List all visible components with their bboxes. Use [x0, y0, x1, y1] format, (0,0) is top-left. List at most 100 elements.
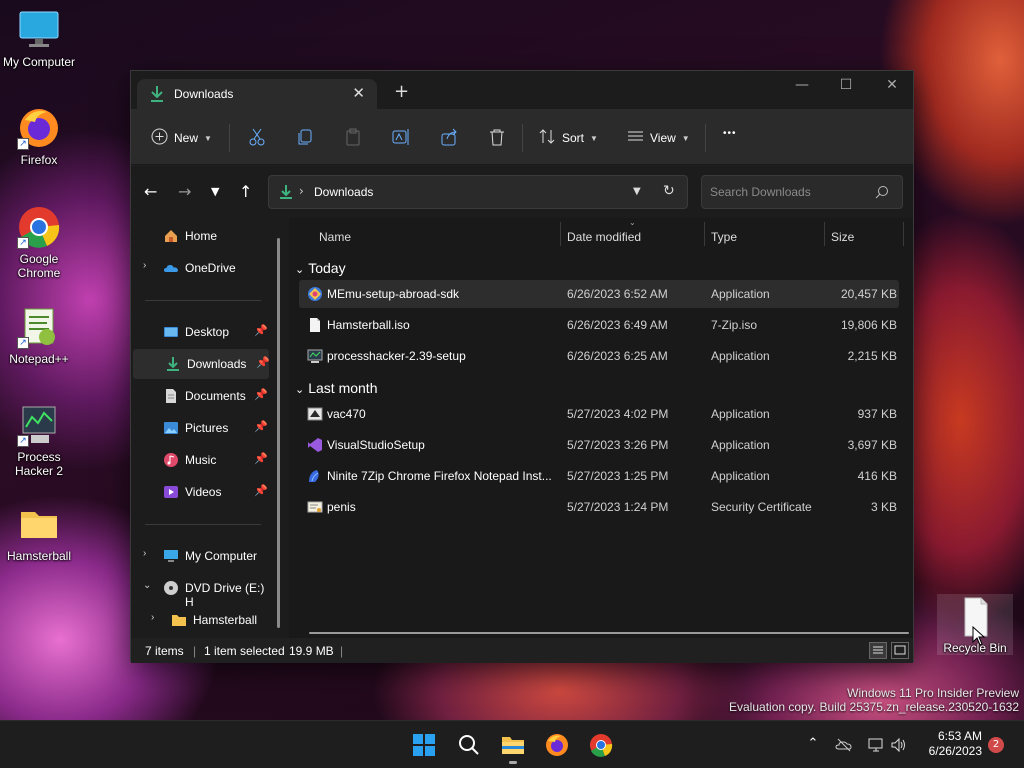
desktop-folder-icon [163, 324, 179, 340]
column-divider [824, 222, 825, 246]
file-row[interactable]: processhacker-2.39-setup 6/26/2023 6:25 … [299, 342, 899, 370]
file-row[interactable]: Ninite 7Zip Chrome Firefox Notepad Inst.… [299, 462, 899, 490]
column-divider [560, 222, 561, 246]
nav-item-my-computer[interactable]: › My Computer [131, 541, 271, 571]
onedrive-offline-icon[interactable] [835, 736, 853, 754]
file-explorer-taskbar-icon[interactable] [501, 733, 525, 764]
file-size: 416 KB [857, 469, 897, 483]
notification-badge[interactable]: 2 [988, 737, 1004, 753]
column-header-type[interactable]: Type [711, 230, 737, 244]
file-name: Hamsterball.iso [327, 318, 410, 332]
desktop-icon-my-computer[interactable]: My Computer [1, 8, 77, 69]
watermark-edition: Windows 11 Pro Insider Preview [847, 686, 1019, 700]
chevron-right-icon[interactable]: › [143, 260, 146, 271]
desktop-icon-hamsterball[interactable]: Hamsterball [1, 502, 77, 563]
delete-icon[interactable] [487, 127, 507, 147]
file-row[interactable]: penis 5/27/2023 1:24 PM Security Certifi… [299, 493, 899, 521]
breadcrumb[interactable]: Downloads [314, 185, 373, 199]
nav-item-pictures[interactable]: Pictures 📌 [131, 413, 271, 443]
horizontal-scrollbar[interactable] [309, 632, 909, 634]
column-header-date[interactable]: Date modified [567, 230, 641, 244]
nav-label: Documents [185, 389, 246, 403]
show-hidden-icons-chevron-up-icon[interactable]: ⌃ [804, 736, 822, 754]
pin-icon: 📌 [254, 389, 268, 401]
chevron-down-icon[interactable]: ⌄ [143, 580, 151, 591]
file-row[interactable]: Hamsterball.iso 6/26/2023 6:49 AM 7-Zip.… [299, 311, 899, 339]
desktop-icon-firefox[interactable]: ↗ Firefox [1, 106, 77, 167]
refresh-icon[interactable]: ↻ [663, 183, 675, 199]
sort-icon [539, 128, 556, 148]
group-header-last-month[interactable]: ⌄ Last month [295, 380, 377, 396]
view-button[interactable]: View ▼ [627, 128, 690, 148]
nav-item-dvd-drive[interactable]: ⌄ DVD Drive (E:) H [131, 573, 271, 609]
shortcut-arrow-icon: ↗ [17, 138, 29, 150]
clock[interactable]: 6:53 AM 6/26/2023 [920, 729, 982, 759]
new-tab-button[interactable]: + [394, 83, 409, 101]
more-options-button[interactable]: ••• [723, 128, 737, 139]
group-header-today[interactable]: ⌄ Today [295, 260, 346, 276]
navigation-scrollbar[interactable] [277, 238, 280, 628]
chevron-right-icon[interactable]: › [143, 548, 146, 559]
file-row[interactable]: MEmu-setup-abroad-sdk 6/26/2023 6:52 AM … [299, 280, 899, 308]
paste-icon[interactable] [343, 127, 363, 147]
copy-icon[interactable] [295, 127, 315, 147]
desktop-icon-chrome[interactable]: ↗ Google Chrome [1, 205, 77, 280]
chevron-down-icon: ⌄ [295, 384, 305, 396]
download-arrow-icon [279, 184, 293, 203]
forward-button[interactable]: → [178, 182, 191, 201]
address-bar[interactable]: › Downloads ▼ ↻ [268, 175, 688, 209]
cut-icon[interactable] [247, 127, 267, 147]
nav-item-downloads[interactable]: Downloads 📌 [133, 349, 270, 379]
ninite-icon [307, 468, 323, 484]
nav-label: Downloads [187, 357, 247, 371]
nav-item-hamsterball[interactable]: › Hamsterball [131, 605, 271, 635]
rename-icon[interactable] [391, 127, 411, 147]
search-taskbar-icon[interactable] [457, 733, 481, 757]
file-row[interactable]: vac470 5/27/2023 4:02 PM Application 937… [299, 400, 899, 428]
share-icon[interactable] [439, 127, 459, 147]
column-header-size[interactable]: Size [831, 230, 854, 244]
up-button[interactable]: ↑ [239, 182, 252, 201]
address-dropdown-icon[interactable]: ▼ [633, 186, 641, 197]
file-row[interactable]: VisualStudioSetup 5/27/2023 3:26 PM Appl… [299, 431, 899, 459]
column-header-name[interactable]: Name [319, 230, 351, 244]
sort-button[interactable]: Sort ▼ [539, 128, 598, 148]
file-name: VisualStudioSetup [327, 438, 425, 452]
recent-locations-button[interactable]: ▼ [211, 185, 219, 198]
volume-icon[interactable] [890, 736, 908, 754]
chevron-right-icon[interactable]: › [151, 612, 154, 623]
nav-item-videos[interactable]: Videos 📌 [131, 477, 271, 507]
details-view-button[interactable] [869, 642, 887, 659]
new-button[interactable]: New ▼ [151, 128, 212, 148]
desktop-icon-notepadpp[interactable]: ↗ Notepad++ [1, 305, 77, 366]
nav-item-documents[interactable]: Documents 📌 [131, 381, 271, 411]
nav-item-onedrive[interactable]: › OneDrive [131, 253, 271, 283]
video-icon [163, 484, 179, 500]
nav-item-home[interactable]: Home [131, 221, 271, 251]
start-button[interactable] [412, 733, 436, 757]
visual-studio-icon [307, 437, 323, 453]
tiles-view-button[interactable] [891, 642, 909, 659]
tab-downloads[interactable]: Downloads ✕ [137, 79, 377, 109]
close-button[interactable]: ✕ [869, 77, 915, 93]
folder-icon [171, 612, 187, 628]
file-size: 3,697 KB [847, 438, 897, 452]
nav-item-desktop[interactable]: Desktop 📌 [131, 317, 271, 347]
nav-label: OneDrive [185, 261, 236, 275]
firefox-taskbar-icon[interactable] [545, 733, 569, 757]
nav-label: My Computer [185, 549, 258, 563]
download-arrow-icon [149, 85, 165, 106]
chrome-taskbar-icon[interactable] [589, 733, 613, 757]
maximize-button[interactable]: ☐ [823, 77, 869, 93]
minimize-button[interactable]: — [779, 77, 825, 93]
back-button[interactable]: ← [144, 182, 157, 201]
close-tab-button[interactable]: ✕ [352, 84, 365, 102]
file-size: 3 KB [870, 500, 897, 514]
nav-label: Home [185, 229, 218, 243]
nav-item-music[interactable]: Music 📌 [131, 445, 271, 475]
pin-icon: 📌 [256, 357, 270, 369]
search-input[interactable]: Search Downloads [701, 175, 903, 209]
desktop-icon-process-hacker[interactable]: ↗ Process Hacker 2 [1, 403, 77, 478]
network-icon[interactable] [867, 736, 885, 754]
desktop-icon-label: Firefox [20, 153, 58, 167]
